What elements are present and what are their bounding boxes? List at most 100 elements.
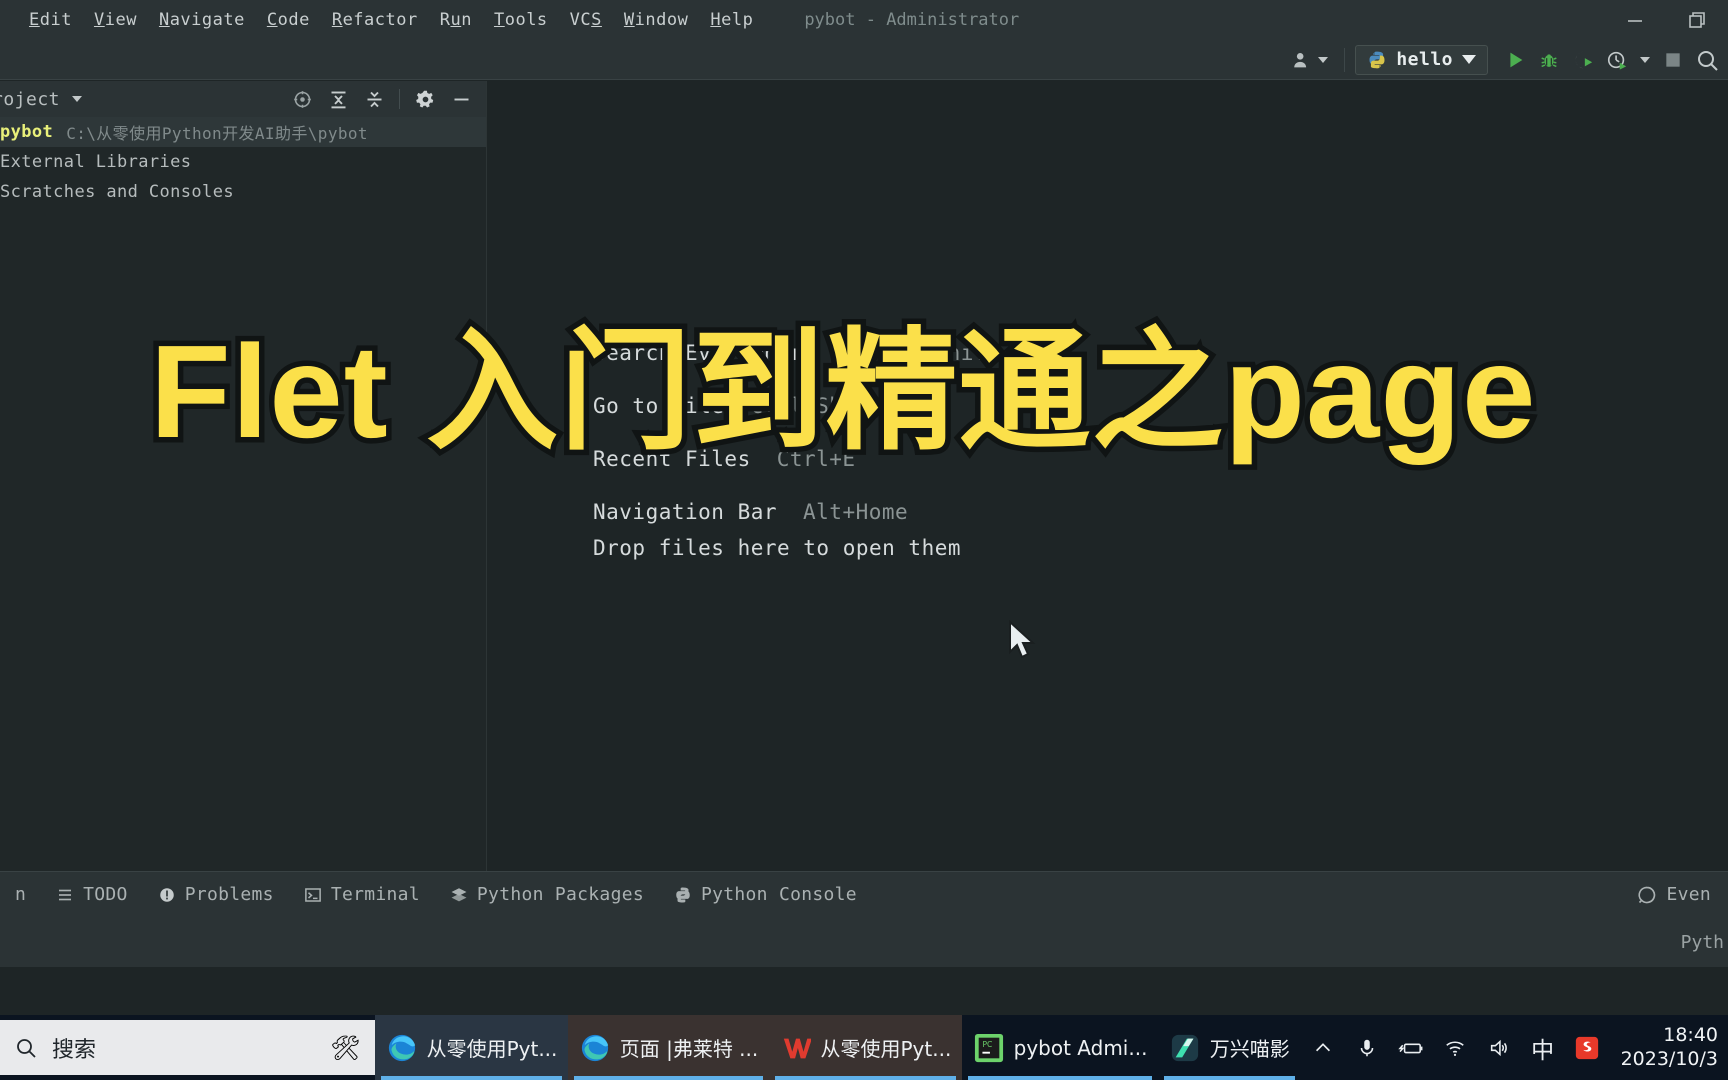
chevron-down-icon: [1640, 56, 1650, 63]
expand-all-icon[interactable]: [327, 88, 349, 110]
window-controls: [1604, 0, 1728, 40]
tool-window-python-packages[interactable]: Python Packages: [435, 872, 659, 918]
ime-label: 中: [1531, 1037, 1555, 1064]
taskbar-app-label: pybot Admi...: [1013, 1035, 1146, 1060]
menu-item-edit[interactable]: Edit: [18, 0, 83, 40]
menu-item-refactor[interactable]: Refactor: [321, 0, 429, 40]
menu-item-run[interactable]: Run: [429, 0, 483, 40]
svg-text:PC: PC: [982, 1040, 992, 1049]
minimize-icon[interactable]: [1604, 0, 1666, 40]
ime-chinese-icon[interactable]: 中: [1521, 1015, 1565, 1080]
taskbar-app-label: 从零使用Pyt...: [820, 1037, 950, 1061]
tool-window-run[interactable]: n: [0, 872, 41, 918]
filmora-icon: [1171, 1034, 1198, 1061]
taskbar-app-wps[interactable]: 从零使用Pyt...: [768, 1015, 962, 1080]
search-icon: [1698, 50, 1718, 71]
collapse-all-icon[interactable]: [363, 88, 385, 110]
taskbar-active-indicator: [967, 1076, 1152, 1080]
profiler-icon: [1607, 51, 1627, 70]
bug-icon: [1541, 54, 1557, 67]
edge-icon: [581, 1034, 608, 1061]
wps-icon: [783, 1038, 811, 1058]
search-everywhere-button[interactable]: [1690, 44, 1724, 76]
pycharm-icon: PC: [974, 1033, 1003, 1062]
chevron-down-icon: [1318, 56, 1329, 63]
menu-item-help[interactable]: Help: [699, 0, 764, 40]
menu-item-navigate[interactable]: Navigate: [148, 0, 256, 40]
clock-time: 18:40: [1663, 1023, 1718, 1046]
status-bar: Pyth: [0, 917, 1728, 967]
drop-files-hint: Drop files here to open them: [593, 536, 962, 560]
play-icon: [1510, 52, 1523, 67]
hide-panel-icon[interactable]: [450, 88, 472, 110]
taskbar-app-filmora[interactable]: 万兴喵影: [1158, 1015, 1301, 1080]
taskbar-app-edge-2[interactable]: 页面 |弗莱特 ...: [567, 1015, 769, 1080]
screen: Edit View Navigate Code Refactor Run Too…: [0, 0, 1728, 1080]
select-opened-file-icon[interactable]: [291, 88, 313, 110]
person-icon: [1294, 52, 1307, 67]
tools-icon: 🛠: [330, 1033, 361, 1062]
search-icon: [17, 1038, 36, 1058]
tool-window-label: TODO: [83, 884, 128, 905]
project-tool-window: roject: [0, 81, 487, 871]
menu-item-view[interactable]: View: [83, 0, 148, 40]
tool-window-python-console[interactable]: Python Console: [659, 872, 872, 918]
debug-button[interactable]: [1532, 44, 1566, 76]
python-interpreter-status[interactable]: Pyth: [1681, 932, 1724, 953]
sogou-icon[interactable]: [1565, 1015, 1609, 1080]
menu-item-code[interactable]: Code: [256, 0, 321, 40]
profile-dropdown[interactable]: [1634, 45, 1656, 75]
stop-icon: [1666, 52, 1680, 67]
empty-state-row[interactable]: Navigation Bar Alt+Home: [593, 485, 1000, 538]
taskbar-search-placeholder: 搜索: [52, 1037, 97, 1063]
main-toolbar: hello: [0, 40, 1728, 80]
run-with-coverage-button[interactable]: [1566, 44, 1600, 76]
profile-button[interactable]: [1600, 44, 1634, 76]
taskbar-app-label: 万兴喵影: [1209, 1037, 1289, 1061]
wifi-icon[interactable]: [1433, 1015, 1477, 1080]
settings-gear-icon[interactable]: [414, 88, 436, 110]
chevron-down-icon[interactable]: [72, 96, 83, 102]
battery-charging-icon[interactable]: [1389, 1015, 1433, 1080]
taskbar-active-indicator: [380, 1076, 562, 1080]
taskbar-clock[interactable]: 18:40 2023/10/3: [1609, 1024, 1722, 1072]
taskbar-search-box[interactable]: 搜索 🛠: [0, 1020, 375, 1075]
tool-window-label: Python Console: [700, 884, 857, 905]
tool-window-problems[interactable]: Problems: [143, 872, 289, 918]
chevron-up-icon[interactable]: [1301, 1015, 1345, 1080]
overlay-caption: Flet 入门到精通之page: [145, 313, 1541, 471]
project-tree: pybot C:\从零使用Python开发AI助手\pybot External…: [0, 117, 486, 207]
menu-bar: Edit View Navigate Code Refactor Run Too…: [0, 0, 764, 40]
taskbar-app-pycharm[interactable]: PC pybot Admi...: [962, 1015, 1158, 1080]
run-button[interactable]: [1498, 44, 1532, 76]
menu-item-tools[interactable]: Tools: [483, 0, 559, 40]
tool-window-event-log[interactable]: Even: [1622, 872, 1728, 918]
menu-item-vcs[interactable]: VCS: [559, 0, 613, 40]
taskbar-app-edge-1[interactable]: 从零使用Pyt...: [374, 1015, 568, 1080]
clock-date: 2023/10/3: [1620, 1047, 1718, 1070]
mouse-cursor: [1006, 619, 1042, 664]
tool-window-terminal[interactable]: Terminal: [289, 872, 435, 918]
windows-taskbar: 搜索 🛠 从零使用Pyt... 页面 |弗莱特 ... 从零使用Pyt... P…: [0, 1015, 1728, 1080]
speaker-icon[interactable]: [1477, 1015, 1521, 1080]
run-configuration-selector[interactable]: hello: [1355, 44, 1488, 75]
divider: [399, 89, 400, 109]
edge-icon: [388, 1034, 415, 1061]
stop-button[interactable]: [1656, 44, 1690, 76]
tree-item-external-libraries[interactable]: External Libraries: [0, 147, 486, 177]
tool-window-label: Python Packages: [476, 884, 644, 905]
editor-area[interactable]: Search Everywhere Double Shift Go to Fil…: [488, 81, 1728, 871]
account-button[interactable]: [1285, 45, 1334, 75]
tree-item-path: C:\从零使用Python开发AI助手\pybot: [66, 124, 368, 143]
terminal-icon: [304, 887, 321, 902]
project-panel-header: roject: [0, 81, 486, 117]
system-tray: 中 18:40 2023/10/3: [1301, 1015, 1728, 1080]
taskbar-app-label: 页面 |弗莱特 ...: [619, 1037, 757, 1061]
tree-item-scratches-and-consoles[interactable]: Scratches and Consoles: [0, 177, 486, 207]
microphone-icon[interactable]: [1345, 1015, 1389, 1080]
restore-icon[interactable]: [1666, 0, 1728, 40]
tree-item-label: Scratches and Consoles: [0, 182, 234, 202]
tool-window-todo[interactable]: TODO: [41, 872, 143, 918]
tree-item-pybot[interactable]: pybot C:\从零使用Python开发AI助手\pybot: [0, 117, 486, 147]
menu-item-window[interactable]: Window: [613, 0, 699, 40]
